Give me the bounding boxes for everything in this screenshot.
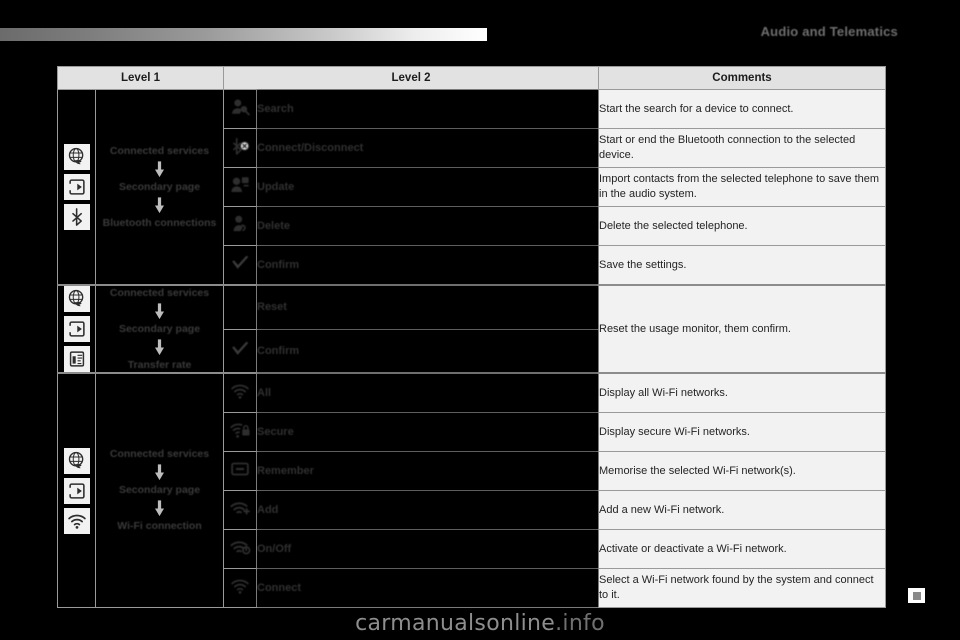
globe-icon[interactable] — [63, 144, 90, 170]
comment-cell: Reset the usage monitor, them confirm. — [598, 284, 886, 374]
comment-cell: Display secure Wi-Fi networks. — [598, 412, 886, 452]
comment-cell: Start the search for a device to connect… — [598, 89, 886, 129]
level1-navigation-path: Connected services Secondary page Wi-Fi co… — [95, 372, 224, 608]
level2-label[interactable]: Reset — [256, 284, 599, 330]
table-row: Connected services Secondary page Transfer… — [57, 284, 886, 374]
secondary-page-icon[interactable] — [63, 316, 90, 342]
flow-arrow-icon — [155, 160, 164, 179]
level1-step-label: Wi-Fi connection — [117, 520, 202, 532]
remember-icon[interactable] — [223, 451, 257, 491]
level1-icon-stack — [57, 372, 96, 608]
search-person-icon[interactable] — [223, 89, 257, 129]
column-header-comments: Comments — [598, 66, 886, 90]
table-header-row: Level 1 Level 2 Comments — [57, 66, 886, 90]
page-corner-marker — [908, 588, 925, 603]
table-header: Level 1 Level 2 Comments — [57, 66, 886, 90]
level1-icon-stack — [57, 89, 96, 286]
level1-step-label: Bluetooth connections — [102, 216, 217, 229]
level2-label[interactable]: Connect — [256, 568, 599, 608]
level1-step-label: Transfer rate — [127, 358, 192, 371]
menu-table: Level 1 Level 2 Comments Connected servi… — [57, 66, 886, 608]
wifi-icon[interactable] — [63, 507, 90, 534]
watermark-main: carmanualsonline — [355, 611, 556, 636]
level2-label[interactable]: Search — [256, 89, 599, 129]
level1-navigation-path: Connected services Secondary page Bluetoot… — [95, 89, 224, 286]
comment-cell: Display all Wi-Fi networks. — [598, 372, 886, 413]
wifi-onoff-icon[interactable] — [223, 529, 257, 569]
update-contacts-icon[interactable] — [223, 167, 257, 207]
check-icon[interactable] — [223, 328, 257, 374]
flow-arrow-icon — [155, 463, 164, 482]
wifi-secure-icon[interactable] — [223, 412, 257, 452]
level2-label[interactable]: All — [256, 372, 599, 413]
level2-label[interactable]: Remember — [256, 451, 599, 491]
comment-cell: Delete the selected telephone. — [598, 206, 886, 246]
level1-step-label: Secondary page — [118, 180, 201, 193]
header-gradient-bar — [0, 28, 487, 41]
column-header-level2: Level 2 — [223, 66, 599, 90]
globe-icon[interactable] — [63, 286, 90, 312]
wifi-connect-icon[interactable] — [223, 568, 257, 608]
comment-cell: Add a new Wi-Fi network. — [598, 490, 886, 530]
wifi-add-icon[interactable] — [223, 490, 257, 530]
level2-label[interactable]: Confirm — [256, 328, 599, 374]
comment-cell: Activate or deactivate a Wi-Fi network. — [598, 529, 886, 569]
comment-cell: Memorise the selected Wi-Fi network(s). — [598, 451, 886, 491]
comment-cell: Import contacts from the selected teleph… — [598, 167, 886, 207]
level2-label[interactable]: Connect/Disconnect — [256, 128, 599, 168]
comment-cell: Save the settings. — [598, 245, 886, 286]
wifi-icon[interactable] — [223, 372, 257, 413]
level1-step-label: Connected services — [109, 448, 210, 460]
level2-label[interactable]: Secure — [256, 412, 599, 452]
column-header-level1: Level 1 — [57, 66, 224, 90]
level1-step-label: Secondary page — [118, 484, 201, 496]
bluetooth-icon[interactable] — [63, 204, 90, 230]
level1-step-label: Secondary page — [118, 322, 201, 335]
globe-icon[interactable] — [63, 447, 90, 474]
secondary-page-icon[interactable] — [63, 174, 90, 200]
comment-cell: Select a Wi-Fi network found by the syst… — [598, 568, 886, 608]
level2-label[interactable]: Delete — [256, 206, 599, 246]
delete-person-icon[interactable] — [223, 206, 257, 246]
check-icon[interactable] — [223, 245, 257, 286]
flow-arrow-icon — [155, 338, 164, 357]
level1-navigation-path: Connected services Secondary page Transfer… — [95, 284, 224, 374]
table-row: Connected services Secondary page Bluetoot… — [57, 89, 886, 286]
comment-cell: Start or end the Bluetooth connection to… — [598, 128, 886, 168]
bluetooth-connect-icon[interactable] — [223, 128, 257, 168]
menu-table-container: Level 1 Level 2 Comments Connected servi… — [57, 66, 886, 608]
table-body: Connected services Secondary page Bluetoot… — [57, 89, 886, 608]
flow-arrow-icon — [155, 196, 164, 215]
level1-step-label: Connected services — [109, 144, 210, 157]
transfer-rate-icon[interactable] — [63, 346, 90, 372]
level2-label[interactable]: Update — [256, 167, 599, 207]
flow-arrow-icon — [155, 499, 164, 518]
level1-icon-stack — [57, 284, 96, 374]
watermark-tld: .info — [555, 611, 605, 636]
level1-step-label: Connected services — [109, 286, 210, 299]
watermark: carmanualsonline.info — [0, 611, 960, 636]
table-row: Connected services Secondary page Wi-Fi co… — [57, 372, 886, 608]
flow-arrow-icon — [155, 302, 164, 321]
level2-label[interactable]: Confirm — [256, 245, 599, 286]
secondary-page-icon[interactable] — [63, 477, 90, 504]
level2-label[interactable]: On/Off — [256, 529, 599, 569]
level2-label[interactable]: Add — [256, 490, 599, 530]
level2-icon-empty — [223, 284, 257, 330]
page-title: Audio and Telematics — [760, 24, 898, 39]
